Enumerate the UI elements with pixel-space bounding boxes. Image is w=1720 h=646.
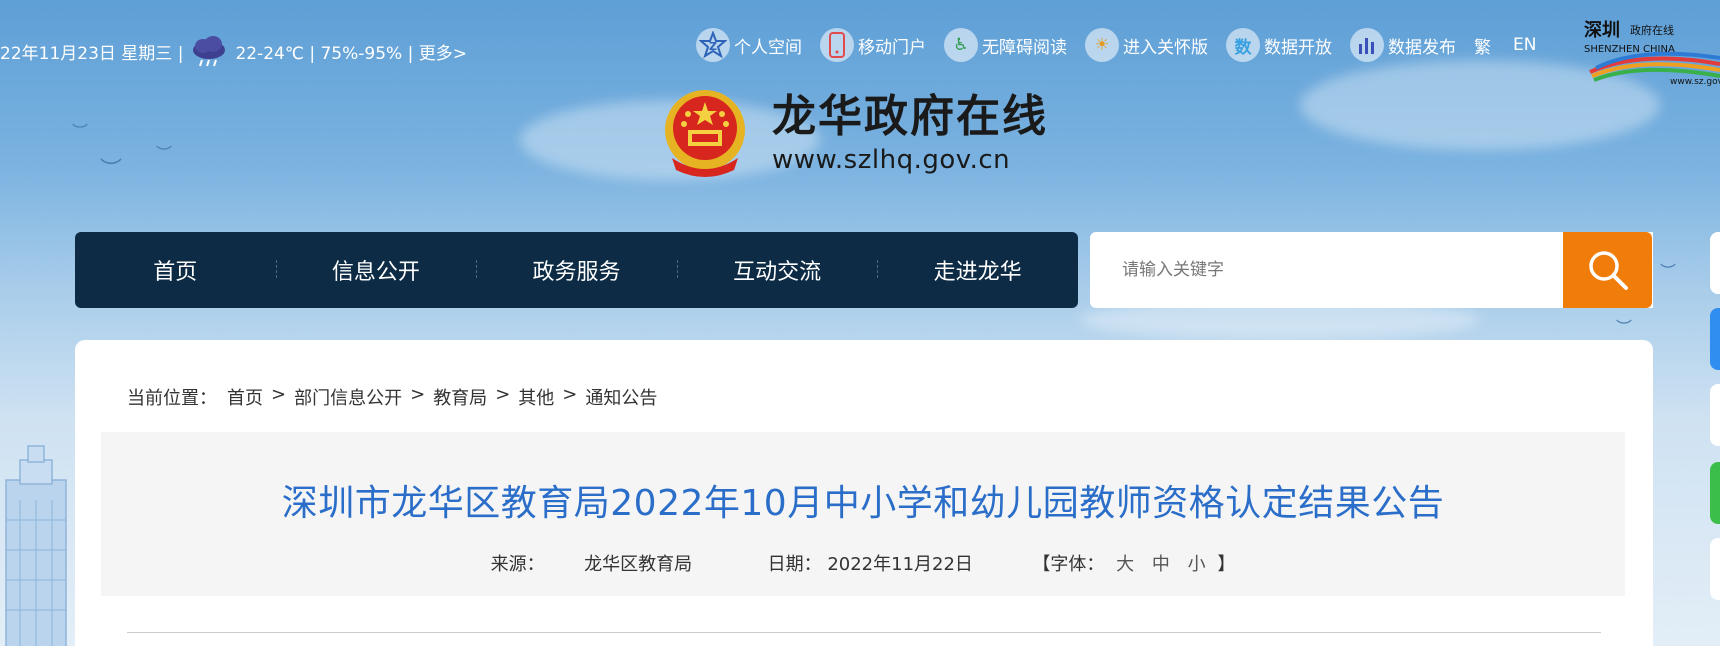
weather-date: 22年11月23日 星期三 |	[0, 43, 184, 64]
side-float-tab[interactable]	[1710, 384, 1720, 446]
font-size-small-button[interactable]: 小	[1188, 550, 1206, 576]
bird-decoration: ︶	[72, 122, 89, 141]
font-size-open: 【字体：	[1032, 554, 1105, 575]
national-emblem-icon	[665, 90, 745, 177]
breadcrumb-dept-info[interactable]: 部门信息公开	[294, 384, 402, 410]
article-title: 深圳市龙华区教育局2022年10月中小学和幼儿园教师资格认定结果公告	[281, 483, 1445, 524]
bird-decoration: ︶	[1660, 262, 1677, 281]
quick-link-label: 个人空间	[734, 37, 802, 58]
source-label: 来源：	[490, 554, 545, 575]
quick-link-label: 移动门户	[858, 37, 926, 58]
side-float-tab[interactable]	[1710, 232, 1720, 294]
breadcrumb-separator: >	[495, 384, 511, 405]
bird-decoration: ︶	[156, 144, 173, 163]
data-chart-icon	[1350, 28, 1384, 62]
bird-decoration: ︶	[100, 158, 123, 183]
quick-link-label: 无障碍阅读	[982, 37, 1067, 58]
top-bar: 22年11月23日 星期三 | 22-24℃ | 75%-95% | 更多> Z…	[0, 0, 1720, 92]
article-header: 深圳市龙华区教育局2022年10月中小学和幼儿园教师资格认定结果公告 来源： 龙…	[101, 432, 1625, 596]
nav-home[interactable]: 首页	[75, 254, 276, 286]
date-value: 2022年11月22日	[827, 554, 973, 575]
svg-text:Z: Z	[709, 40, 717, 53]
date-label: 日期：	[767, 554, 822, 575]
quick-link-label: 进入关怀版	[1123, 37, 1208, 58]
search-button[interactable]	[1563, 232, 1652, 308]
breadcrumb-other[interactable]: 其他	[518, 384, 554, 410]
quick-link-data-open[interactable]: 数 数据开放	[1226, 28, 1332, 62]
breadcrumb-prefix: 当前位置：	[127, 388, 217, 409]
breadcrumb-home[interactable]: 首页	[227, 384, 263, 410]
quick-link-label: 数据开放	[1264, 37, 1332, 58]
font-size-close: 】	[1217, 554, 1236, 575]
mobile-icon	[820, 28, 854, 62]
nav-gov-services[interactable]: 政务服务	[476, 254, 677, 286]
nav-about-longhua[interactable]: 走进龙华	[877, 254, 1078, 286]
site-url: www.szlhq.gov.cn	[772, 145, 1011, 176]
person-icon: Z	[696, 28, 730, 62]
nav-interaction[interactable]: 互动交流	[676, 254, 878, 286]
side-float-tab[interactable]	[1710, 538, 1720, 600]
site-logo[interactable]: 龙华政府在线 www.szlhq.gov.cn	[662, 88, 1048, 180]
sz-logo-line1: 深圳	[1584, 19, 1620, 41]
content-divider	[127, 632, 1601, 633]
sz-logo-url: www.sz.gov	[1670, 77, 1720, 86]
bird-decoration: ︶	[1616, 318, 1633, 337]
accessibility-icon: ♿	[944, 28, 978, 62]
breadcrumb-separator: >	[271, 384, 287, 405]
article-meta: 来源： 龙华区教育局 日期： 2022年11月22日 【字体： 大 中 小 】	[101, 550, 1625, 576]
breadcrumb-notice[interactable]: 通知公告	[585, 384, 657, 410]
weather-temp: 22-24℃ | 75%-95% | 更多>	[235, 43, 467, 64]
source-value: 龙华区教育局	[584, 554, 693, 575]
breadcrumb: 当前位置： 首页 > 部门信息公开 > 教育局 > 其他 > 通知公告	[127, 384, 657, 410]
side-float-tab[interactable]	[1710, 308, 1720, 370]
traditional-chinese-link[interactable]: 繁	[1474, 33, 1491, 58]
nav-info-disclosure[interactable]: 信息公开	[275, 254, 477, 286]
care-icon: ☀	[1085, 28, 1119, 62]
site-title: 龙华政府在线	[772, 90, 1048, 142]
breadcrumb-separator: >	[410, 384, 426, 405]
rain-cloud-icon	[189, 34, 229, 68]
quick-link-personal-space[interactable]: Z 个人空间	[696, 28, 802, 62]
quick-link-accessibility[interactable]: ♿ 无障碍阅读	[944, 28, 1067, 62]
building-decoration	[5, 445, 67, 646]
data-open-icon: 数	[1226, 28, 1260, 62]
font-size-large-button[interactable]: 大	[1116, 550, 1134, 576]
main-nav: 首页 信息公开 政务服务 互动交流 走进龙华	[75, 232, 1078, 308]
font-size-medium-button[interactable]: 中	[1152, 550, 1170, 576]
breadcrumb-separator: >	[562, 384, 578, 405]
sz-logo-line2: 政府在线	[1630, 23, 1674, 37]
search-icon	[1588, 251, 1628, 290]
quick-link-label: 数据发布	[1388, 37, 1456, 58]
weather-widget[interactable]: 22年11月23日 星期三 | 22-24℃ | 75%-95% | 更多>	[0, 34, 467, 68]
quick-link-mobile-portal[interactable]: 移动门户	[820, 28, 926, 62]
shenzhen-gov-logo[interactable]: 深圳 政府在线 SHENZHEN CHINA www.sz.gov	[1580, 10, 1720, 87]
sz-logo-line3: SHENZHEN CHINA	[1584, 44, 1675, 55]
quick-link-data-release[interactable]: 数据发布	[1350, 28, 1456, 62]
content-panel: 当前位置： 首页 > 部门信息公开 > 教育局 > 其他 > 通知公告 深圳市龙…	[75, 340, 1653, 646]
english-link[interactable]: EN	[1513, 35, 1536, 55]
quick-links: Z 个人空间 移动门户 ♿ 无障碍阅读 ☀ 进入关怀版 数 数据开放 数据发布	[696, 28, 1558, 62]
side-float-tab[interactable]	[1710, 462, 1720, 524]
breadcrumb-education-bureau[interactable]: 教育局	[433, 384, 487, 410]
quick-link-care-version[interactable]: ☀ 进入关怀版	[1085, 28, 1208, 62]
